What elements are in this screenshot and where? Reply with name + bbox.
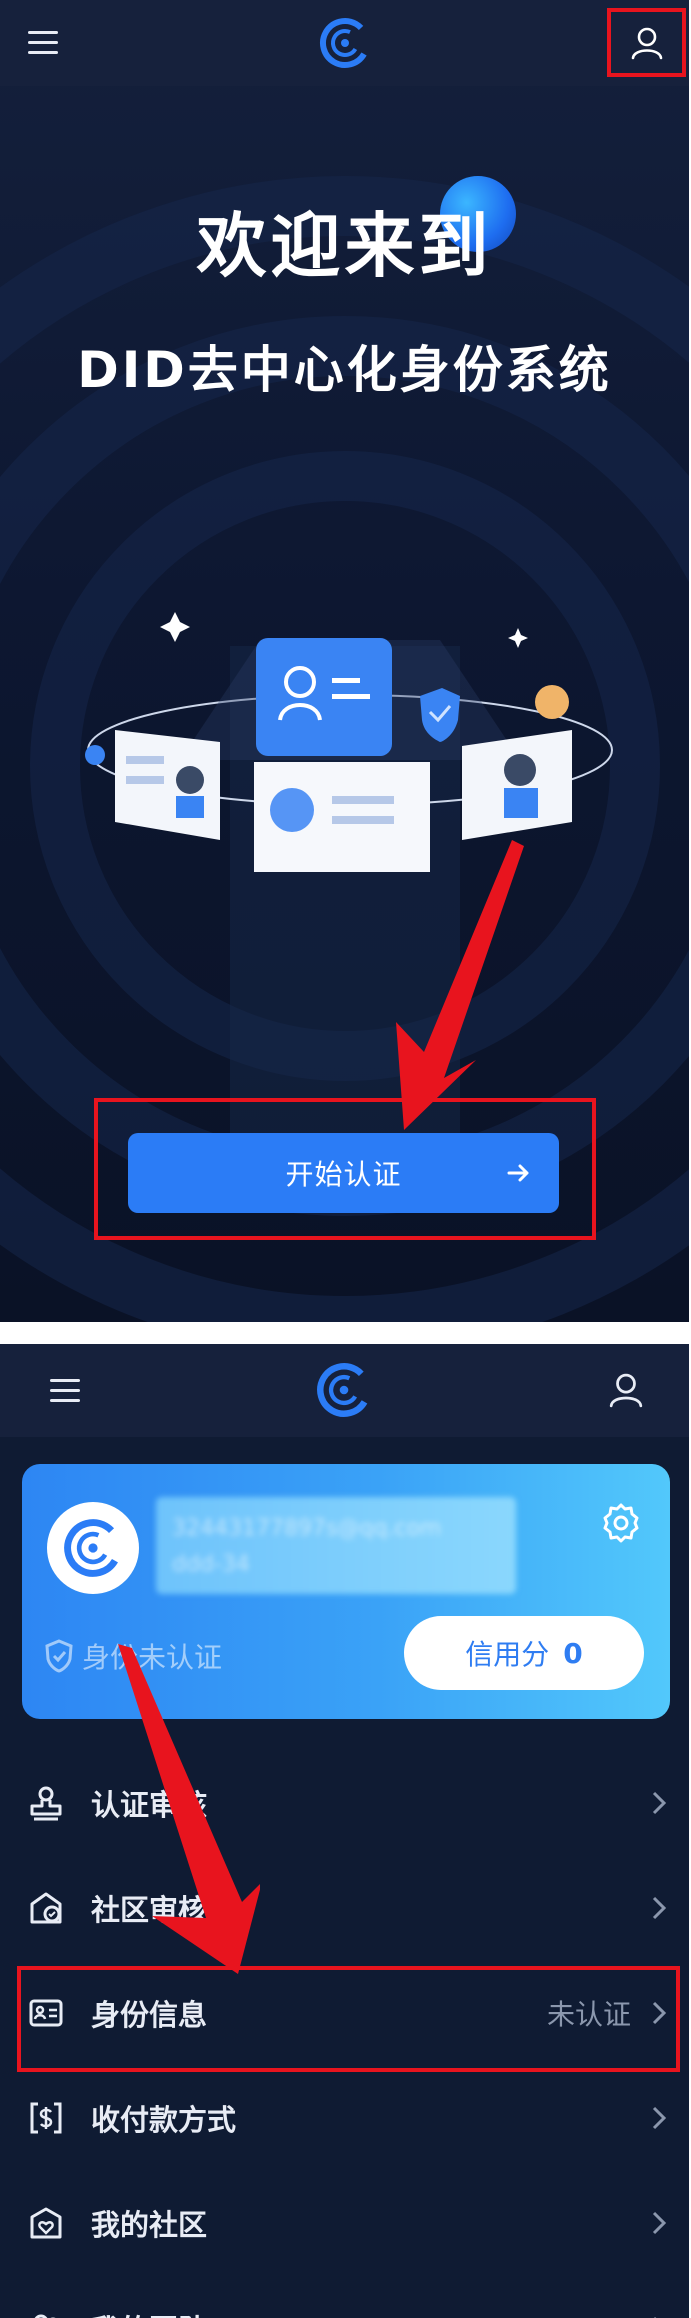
account-info-blurred: 32443177897s@qq.com ddd-34 xyxy=(156,1497,516,1594)
menu-list: 认证审核 社区审核 身份信息 未认证 收付款方式 我的社区 xyxy=(0,1750,689,2318)
user-icon[interactable] xyxy=(608,1372,644,1408)
menu-item-payment-methods[interactable]: 收付款方式 xyxy=(0,2065,689,2170)
start-verification-button[interactable]: 开始认证 xyxy=(128,1133,559,1213)
profile-screen: 32443177897s@qq.com ddd-34 身份未认证 信用分 0 认… xyxy=(0,1344,689,2318)
top-navigation-bar xyxy=(0,1344,689,1437)
stamp-icon xyxy=(30,1786,62,1820)
menu-label: 身份信息 xyxy=(91,1997,208,2032)
arrow-right-icon xyxy=(507,1164,529,1182)
identity-status-text: 身份未认证 xyxy=(82,1641,223,1674)
user-icon xyxy=(631,27,662,59)
gear-icon[interactable] xyxy=(600,1502,642,1544)
avatar[interactable] xyxy=(47,1502,139,1594)
identity-cards-illustration xyxy=(85,612,613,872)
team-icon xyxy=(34,2314,57,2318)
account-id: ddd-34 xyxy=(172,1552,250,1577)
app-logo xyxy=(64,1519,122,1577)
menu-label: 收付款方式 xyxy=(91,2102,237,2137)
menu-value: 未认证 xyxy=(546,1997,631,2031)
shield-icon xyxy=(45,1639,73,1673)
menu-item-community-review[interactable]: 社区审核 xyxy=(0,1855,689,1960)
credit-score-button[interactable]: 信用分 0 xyxy=(404,1616,644,1690)
app-logo xyxy=(317,1363,371,1417)
menu-label: 我的团队 xyxy=(91,2307,207,2318)
menu-item-identity-info[interactable]: 身份信息 未认证 xyxy=(0,1960,689,2072)
identity-status: 身份未认证 xyxy=(44,1634,222,1678)
welcome-heading: 欢迎来到 xyxy=(196,205,493,287)
account-email: 32443177897s@qq.com xyxy=(172,1516,442,1541)
id-card-icon xyxy=(29,1999,63,2026)
system-title: DID去中心化身份系统 xyxy=(77,341,612,399)
chevron-right-icon xyxy=(652,2001,667,2025)
hamburger-icon[interactable] xyxy=(50,1379,80,1403)
chevron-right-icon xyxy=(652,1896,667,1920)
chevron-right-icon xyxy=(652,1791,667,1815)
chevron-right-icon xyxy=(652,2211,667,2235)
payment-icon xyxy=(30,2102,62,2133)
my-community-icon xyxy=(30,2207,62,2238)
user-profile-button[interactable] xyxy=(607,8,686,77)
welcome-screen: 欢迎来到 DID去中心化身份系统 开始认证 xyxy=(0,0,689,1322)
profile-card: 32443177897s@qq.com ddd-34 身份未认证 信用分 0 xyxy=(22,1464,670,1719)
menu-item-verification-review[interactable]: 认证审核 xyxy=(0,1750,689,1855)
chevron-right-icon xyxy=(652,2106,667,2130)
hamburger-icon[interactable] xyxy=(28,31,58,55)
top-navigation-bar xyxy=(0,0,689,86)
menu-label: 认证审核 xyxy=(91,1787,208,1822)
menu-label: 社区审核 xyxy=(91,1892,208,1927)
menu-item-my-community[interactable]: 我的社区 xyxy=(0,2170,689,2275)
menu-item-my-team[interactable]: 我的团队 xyxy=(0,2275,689,2318)
credit-value: 0 xyxy=(563,1636,583,1670)
menu-label: 我的社区 xyxy=(91,2207,208,2242)
app-logo xyxy=(320,17,370,68)
start-button-label: 开始认证 xyxy=(285,1158,402,1191)
community-review-icon xyxy=(30,1892,62,1923)
credit-label: 信用分 xyxy=(465,1638,550,1671)
